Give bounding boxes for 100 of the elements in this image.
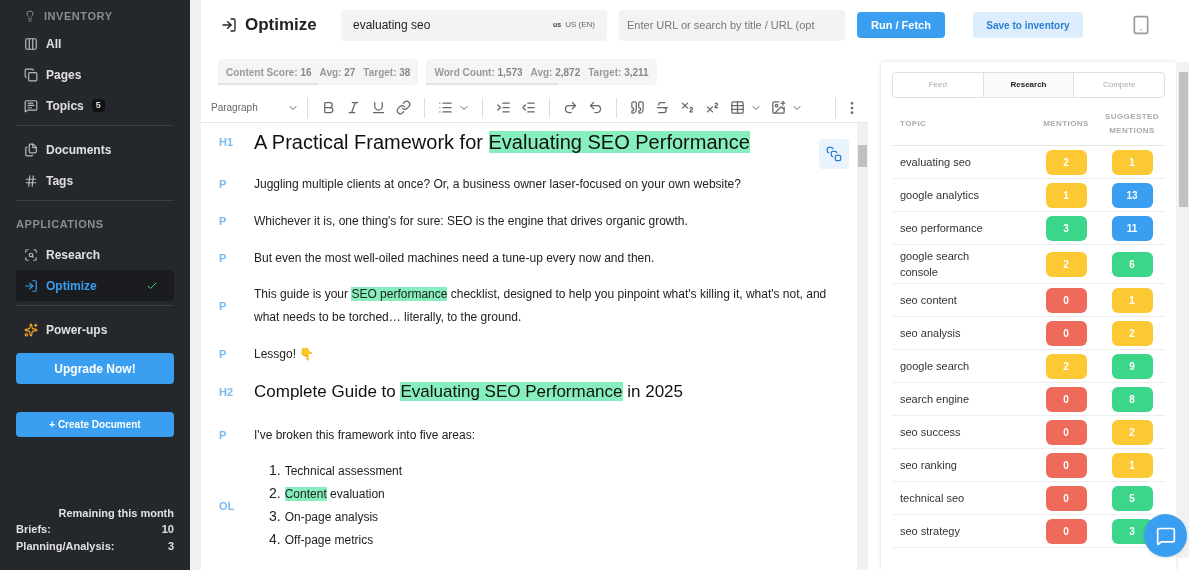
- column-header: TOPIC: [899, 117, 928, 130]
- topic-name: seo ranking: [899, 458, 958, 473]
- list-number: 3.: [269, 507, 281, 526]
- redo-icon[interactable]: [563, 100, 578, 115]
- tablet-icon[interactable]: [1131, 15, 1151, 35]
- locale-label: US (EN): [565, 19, 595, 31]
- column-header: MENTIONS: [1042, 117, 1090, 130]
- list-number: 1.: [269, 461, 281, 480]
- block-tag: P: [201, 345, 254, 363]
- list-item-text: Off-page metrics: [284, 532, 374, 549]
- topic-name: google search console: [899, 249, 971, 280]
- table-icon[interactable]: [730, 100, 745, 115]
- bold-icon[interactable]: [321, 100, 336, 115]
- quote-icon[interactable]: [630, 100, 645, 115]
- quota-label: Planning/Analysis:: [16, 538, 115, 554]
- url-field[interactable]: Enter URL or search by title / URL (opt: [619, 9, 845, 41]
- italic-icon[interactable]: [346, 100, 361, 115]
- superscript-icon[interactable]: [705, 100, 720, 115]
- search-icon: [24, 247, 38, 262]
- underline-icon[interactable]: [371, 100, 386, 115]
- count-badge: 0: [1045, 320, 1087, 346]
- topic-name: google search: [899, 359, 971, 374]
- list-number: 4.: [269, 530, 281, 549]
- sidebar-item[interactable]: Tags: [16, 165, 174, 196]
- count-badge: 2: [1045, 251, 1087, 277]
- topic-name: search engine: [899, 392, 971, 407]
- metric-text: Target: 38: [363, 65, 411, 80]
- block-type-select[interactable]: Paragraph: [211, 100, 307, 115]
- outdent-icon[interactable]: [521, 100, 536, 115]
- section-heading: INVENTORY: [44, 8, 113, 24]
- count-badge: 0: [1045, 287, 1087, 313]
- sidebar-item[interactable]: Documents: [16, 134, 174, 165]
- item-label: All: [46, 35, 62, 53]
- item-label: Pages: [46, 66, 82, 84]
- quota-label: Briefs:: [16, 522, 51, 537]
- count-badge: 3: [1045, 215, 1087, 241]
- strikethrough-icon[interactable]: [655, 100, 670, 115]
- count-badge: 2: [1045, 353, 1087, 379]
- sidebar-item[interactable]: Research: [16, 239, 174, 270]
- documents-icon: [24, 142, 38, 157]
- topic-name: google analytics: [899, 188, 980, 203]
- sidebar-item[interactable]: Topics 5: [16, 90, 174, 121]
- count-badge: 1: [1045, 182, 1087, 208]
- scrollbar[interactable]: [190, 0, 201, 570]
- copy-button[interactable]: [819, 139, 849, 169]
- sidebar-item[interactable]: Pages: [16, 59, 174, 90]
- subscript-icon[interactable]: [680, 100, 695, 115]
- copy-icon: [826, 146, 842, 162]
- link-icon[interactable]: [396, 100, 411, 115]
- topic-name: seo analysis: [899, 326, 962, 341]
- hash-icon: [24, 173, 38, 188]
- heading: A Practical Framework for Evaluating SEO Performance: [254, 130, 750, 155]
- item-label: Power-ups: [46, 321, 108, 339]
- subheading: Complete Guide to Evaluating SEO Performance in 2025: [254, 381, 684, 404]
- metric-text: Word Count: 1,573: [434, 65, 523, 80]
- panel-tab[interactable]: Research: [982, 73, 1074, 97]
- topic-name: seo content: [899, 293, 958, 308]
- block-tag: H1: [201, 133, 254, 151]
- sparkles-icon: [24, 322, 38, 337]
- item-label: Topics: [46, 97, 84, 115]
- paragraph: Whichever it is, one thing's for sure: SEO is the engine that drives organic growth.: [254, 212, 689, 230]
- column-header: SUGGESTED MENTIONS: [1104, 110, 1160, 137]
- block-tag: H2: [201, 383, 254, 401]
- count-badge: 2: [1111, 419, 1153, 445]
- count-badge: 5: [1111, 485, 1153, 511]
- bullet-list-icon[interactable]: [438, 100, 453, 115]
- indent-icon[interactable]: [496, 100, 511, 115]
- count-badge: 0: [1045, 419, 1087, 445]
- count-badge: 2: [1111, 320, 1153, 346]
- topic-name: technical seo: [899, 491, 966, 506]
- sidebar-item[interactable]: Optimize: [16, 270, 174, 301]
- scrollbar[interactable]: [1178, 62, 1189, 558]
- count-badge: 0: [1045, 485, 1087, 511]
- item-label: Documents: [46, 141, 112, 159]
- count-badge: 2: [1045, 149, 1087, 175]
- list-item-text: On-page analysis: [284, 509, 379, 526]
- keyword-value: evaluating seo: [353, 17, 431, 34]
- topic-name: seo strategy: [899, 524, 961, 539]
- enter-icon: [24, 278, 38, 293]
- enter-icon: [221, 17, 237, 33]
- count-badge: 0: [1045, 386, 1087, 412]
- columns-icon: [24, 36, 38, 51]
- count-badge: 1: [1111, 149, 1153, 175]
- metric-text: Avg: 2,872: [530, 65, 581, 80]
- item-label: Optimize: [46, 277, 97, 295]
- image-icon[interactable]: [771, 100, 786, 115]
- block-tag: P: [201, 249, 254, 267]
- paragraph: This guide is your SEO performance checklist, designed to help you pinpoint what's killing it, what's not, and what needs to be torched… literally, to the ground.: [254, 286, 828, 326]
- block-tag: OL: [201, 497, 254, 515]
- block-tag: P: [201, 175, 254, 193]
- list-item-text: Technical assessment: [284, 463, 403, 480]
- sidebar-item[interactable]: Power-ups: [16, 314, 174, 345]
- topic-name: seo success: [899, 425, 962, 440]
- section-heading: APPLICATIONS: [16, 216, 104, 232]
- topic-name: seo performance: [899, 221, 984, 236]
- sidebar-item[interactable]: All: [16, 28, 174, 59]
- save-to-inventory-button[interactable]: Save to inventory: [973, 12, 1083, 38]
- scrollbar[interactable]: [857, 123, 868, 570]
- metric-text: Target: 3,211: [588, 65, 649, 80]
- undo-icon[interactable]: [588, 100, 603, 115]
